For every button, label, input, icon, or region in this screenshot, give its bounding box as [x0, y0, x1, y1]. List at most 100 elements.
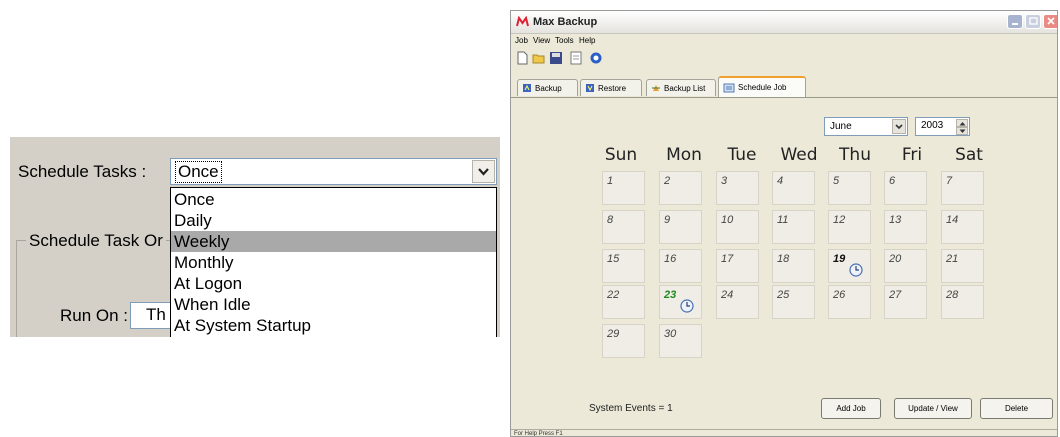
day-header: Fri	[901, 145, 923, 165]
calendar-day[interactable]: 16	[659, 249, 702, 283]
dropdown-option[interactable]: Weekly	[171, 231, 496, 252]
window-title: Max Backup	[533, 16, 598, 28]
delete-button[interactable]: Delete	[980, 398, 1053, 419]
tab-label: Schedule Job	[738, 83, 787, 92]
calendar-day[interactable]: 13	[884, 210, 927, 244]
menu-tools[interactable]: Tools	[555, 36, 574, 45]
calendar-day[interactable]: 20	[884, 249, 927, 283]
tab-schedule-job[interactable]: Schedule Job	[718, 76, 806, 97]
calendar-day-number: 18	[777, 253, 790, 265]
calendar-day[interactable]: 30	[659, 324, 702, 358]
run-on-label: Run On :	[60, 306, 129, 325]
calendar-day-number: 22	[607, 289, 620, 301]
calendar-day[interactable]: 14	[941, 210, 984, 244]
tab-backup[interactable]: Backup	[517, 79, 578, 96]
calendar-day[interactable]: 29	[602, 324, 645, 358]
calendar-day-number: 8	[607, 214, 614, 226]
calendar-day[interactable]: 5	[828, 171, 871, 205]
open-icon[interactable]	[532, 51, 546, 65]
day-header: Thu	[839, 145, 871, 165]
chevron-down-icon[interactable]	[472, 160, 495, 183]
menu-view[interactable]: View	[533, 36, 550, 45]
calendar-day[interactable]: 15	[602, 249, 645, 283]
calendar-day-number: 10	[721, 214, 734, 226]
calendar-day-number: 20	[889, 253, 902, 265]
month-value: June	[830, 121, 852, 132]
calendar-day[interactable]: 27	[884, 285, 927, 319]
calendar-day-number: 15	[607, 253, 620, 265]
dropdown-option[interactable]: Daily	[171, 210, 496, 231]
year-spinner[interactable]: 2003	[915, 117, 970, 136]
calendar-day[interactable]: 11	[772, 210, 815, 244]
status-bar: For Help Press F1	[511, 429, 1057, 436]
menu-bar: Job View Tools Help	[511, 34, 1057, 48]
clock-icon	[680, 299, 694, 313]
month-select[interactable]: June	[824, 117, 908, 136]
calendar-day-number: 17	[721, 253, 734, 265]
toolbar	[511, 49, 1057, 69]
menu-help[interactable]: Help	[579, 36, 595, 45]
calendar-day[interactable]: 7	[941, 171, 984, 205]
tab-label: Restore	[598, 83, 627, 93]
menu-job[interactable]: Job	[515, 36, 528, 45]
calendar-day[interactable]: 25	[772, 285, 815, 319]
clock-icon	[849, 263, 863, 277]
calendar-day-number: 13	[889, 214, 902, 226]
calendar-day[interactable]: 19	[828, 249, 871, 283]
year-value: 2003	[921, 120, 944, 131]
maximize-icon	[1029, 17, 1038, 25]
help-icon[interactable]	[589, 51, 603, 65]
calendar-day[interactable]: 10	[716, 210, 759, 244]
calendar-day-number: 11	[777, 214, 789, 226]
calendar-day-number: 6	[889, 175, 896, 187]
calendar-day[interactable]: 17	[716, 249, 759, 283]
day-header: Tue	[727, 145, 757, 165]
spin-down-icon[interactable]	[956, 127, 968, 135]
calendar-day[interactable]: 12	[828, 210, 871, 244]
calendar-day[interactable]: 28	[941, 285, 984, 319]
calendar-day[interactable]: 21	[941, 249, 984, 283]
day-header: Sun	[604, 145, 638, 165]
calendar-day-number: 2	[664, 175, 671, 187]
calendar-day[interactable]: 2	[659, 171, 702, 205]
dropdown-option[interactable]: At System Startup	[171, 315, 496, 336]
schedule-tasks-label: Schedule Tasks :	[18, 162, 147, 181]
calendar-day[interactable]: 8	[602, 210, 645, 244]
maximize-button[interactable]	[1025, 14, 1041, 29]
title-bar[interactable]: Max Backup	[511, 11, 1057, 34]
add-job-button[interactable]: Add Job	[821, 398, 881, 419]
backup-icon	[523, 84, 531, 92]
calendar-day[interactable]: 18	[772, 249, 815, 283]
calendar-day-number: 25	[777, 289, 790, 301]
calendar-day[interactable]: 26	[828, 285, 871, 319]
update-view-button[interactable]: Update / View	[894, 398, 972, 419]
calendar-day[interactable]: 9	[659, 210, 702, 244]
close-button[interactable]	[1043, 14, 1057, 29]
calendar-day[interactable]: 3	[716, 171, 759, 205]
minimize-button[interactable]	[1007, 14, 1023, 29]
calendar-day[interactable]: 22	[602, 285, 645, 319]
spin-up-icon[interactable]	[956, 119, 968, 127]
new-icon[interactable]	[515, 51, 529, 65]
restore-icon	[586, 84, 594, 92]
chevron-down-icon[interactable]	[892, 119, 906, 134]
calendar-day[interactable]: 4	[772, 171, 815, 205]
calendar-day-number: 9	[664, 214, 671, 226]
save-icon[interactable]	[549, 51, 563, 65]
dropdown-option[interactable]: When Idle	[171, 294, 496, 315]
tab-restore[interactable]: Restore	[580, 79, 642, 96]
calendar-day[interactable]: 23	[659, 285, 702, 319]
calendar-day[interactable]: 24	[716, 285, 759, 319]
schedule-task-group-legend: Schedule Task Or	[26, 231, 166, 251]
dropdown-option[interactable]: Monthly	[171, 252, 496, 273]
properties-icon[interactable]	[569, 51, 583, 65]
app-icon	[516, 16, 529, 27]
calendar-day[interactable]: 1	[602, 171, 645, 205]
calendar-day[interactable]: 6	[884, 171, 927, 205]
dropdown-option[interactable]: At Logon	[171, 273, 496, 294]
tab-label: Backup	[535, 83, 562, 93]
tab-backup-list[interactable]: Backup List	[646, 79, 716, 96]
calendar-day-number: 14	[946, 214, 959, 226]
schedule-tasks-combo[interactable]: Once	[170, 158, 497, 185]
dropdown-option[interactable]: Once	[171, 189, 496, 210]
